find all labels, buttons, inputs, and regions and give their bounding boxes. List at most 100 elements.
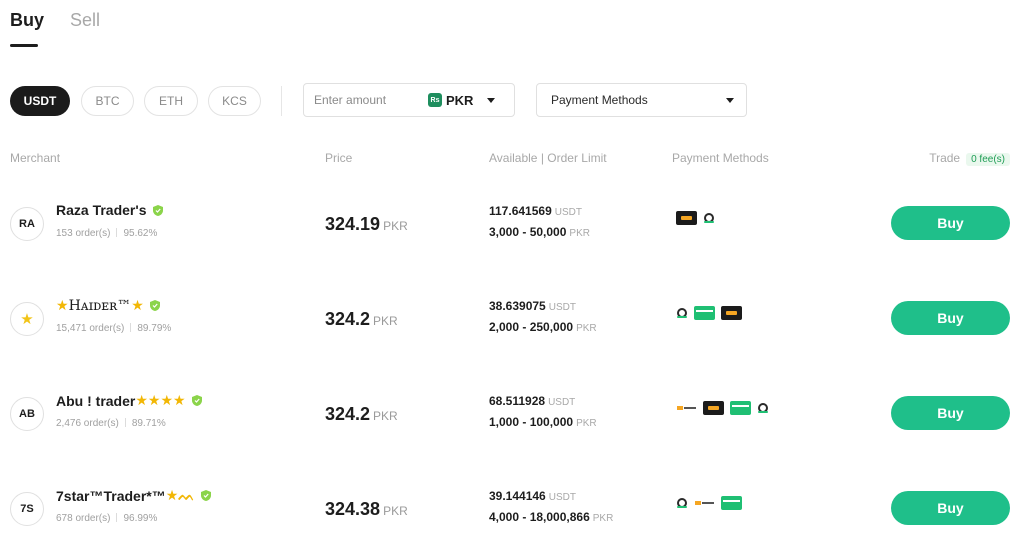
available-value: 38.639075 [489,299,546,313]
payment-methods [676,401,769,415]
avatar: ★ [10,302,44,336]
price: 324.2 PKR [325,309,398,330]
payment-methods-select[interactable]: Payment Methods [536,83,747,117]
star-decoration: ★ [56,297,69,313]
verified-shield-icon [149,300,160,311]
merchant-name-line: ★ Hᴀɪᴅᴇʀ™ ★ [56,297,160,314]
avatar: 7S [10,492,44,526]
easypaisa-icon [676,307,688,319]
ubl-icon [676,401,697,415]
price-value: 324.2 [325,404,371,424]
price-unit: PKR [373,314,398,328]
buy-button[interactable]: Buy [891,491,1010,525]
available-value: 117.641569 [489,204,552,218]
verified-shield-icon [200,490,211,501]
verified-shield-icon [152,204,163,216]
limit-unit: PKR [576,418,597,429]
easypaisa-icon [703,212,715,224]
table-header: Merchant Price Available | Order Limit P… [10,151,1010,167]
tab-buy[interactable]: Buy [10,10,44,47]
merchant-stats: 15,471 order(s) 89.79% [56,323,171,334]
available-amount: 117.641569 USDT [489,204,582,218]
stats-divider [130,323,132,332]
table-row: AB Abu ! trader ★★★★ 2,476 order(s) 89.71… [0,370,1024,465]
merchant-name-line: Abu ! trader ★★★★ [56,392,202,409]
payment-methods [676,306,742,320]
price-unit: PKR [383,504,408,518]
completion-rate: 95.62% [123,228,158,239]
star-decoration: ★ᨓ [165,487,195,503]
filter-bar: USDT BTC ETH KCS Rs PKR Payment Methods [10,83,1024,117]
limit-value: 3,000 - 50,000 [489,225,567,239]
completion-rate: 89.79% [137,323,172,334]
header-merchant: Merchant [10,151,61,165]
header-trade-label: Trade [929,151,961,165]
price: 324.38 PKR [325,499,408,520]
merchant-stats: 678 order(s) 96.99% [56,513,157,524]
merchant-name[interactable]: Abu ! trader [56,393,135,409]
star-decoration: ★★★★ [135,392,186,408]
caret-down-icon [487,97,496,103]
completion-rate: 89.71% [131,418,166,429]
available-amount: 39.144146 USDT [489,489,576,503]
merchant-name-line: 7star™Trader*™ ★ᨓ [56,487,211,504]
bank-card-icon [694,306,715,320]
available-amount: 68.511928 USDT [489,394,575,408]
order-limit: 4,000 - 18,000,866 PKR [489,510,613,524]
merchant-stats: 2,476 order(s) 89.71% [56,418,166,429]
ubl-icon [694,496,715,510]
merchant-name[interactable]: Raza Trader's [56,202,147,218]
price-value: 324.2 [325,309,371,329]
available-unit: USDT [548,302,576,313]
star-decoration: ★ [131,297,144,313]
filter-divider [281,86,282,116]
price-unit: PKR [373,409,398,423]
available-unit: USDT [548,397,576,408]
amount-filter: Rs PKR [303,83,515,117]
merchant-stats: 153 order(s) 95.62% [56,228,157,239]
merchant-name[interactable]: Hᴀɪᴅᴇʀ™ [69,298,132,314]
coin-filter-usdt[interactable]: USDT [10,86,70,116]
rupee-icon: Rs [428,93,442,107]
table-row: 7S 7star™Trader*™ ★ᨓ 678 order(s) 96.99% … [0,465,1024,559]
limit-value: 1,000 - 100,000 [489,415,574,429]
merchant-name-line: Raza Trader's [56,202,163,218]
available-unit: USDT [548,492,576,503]
currency-select[interactable]: Rs PKR [428,93,496,108]
header-price: Price [325,151,353,165]
buy-button[interactable]: Buy [891,396,1010,430]
caret-down-icon [726,97,734,103]
available-amount: 38.639075 USDT [489,299,576,313]
coin-filter-kcs[interactable]: KCS [208,86,261,116]
jazzcash-icon [703,401,724,415]
stats-divider [116,513,118,522]
price-unit: PKR [383,219,408,233]
payment-methods [676,496,742,510]
available-unit: USDT [554,207,582,218]
coin-filter-btc[interactable]: BTC [81,86,134,116]
coin-filter-eth[interactable]: ETH [144,86,198,116]
stats-divider [116,228,118,237]
order-count: 153 order(s) [56,228,111,239]
table-row: ★ ★ Hᴀɪᴅᴇʀ™ ★ 15,471 order(s) 89.79% 324.… [0,275,1024,370]
limit-unit: PKR [569,228,590,239]
avatar: AB [10,397,44,431]
order-limit: 1,000 - 100,000 PKR [489,415,597,429]
jazzcash-icon [676,211,697,225]
tab-sell[interactable]: Sell [70,10,100,41]
available-value: 39.144146 [489,489,546,503]
price: 324.2 PKR [325,404,398,425]
fee-badge: 0 fee(s) [966,153,1010,166]
amount-input[interactable] [314,93,426,107]
available-value: 68.511928 [489,394,546,408]
buy-button[interactable]: Buy [891,206,1010,240]
limit-value: 2,000 - 250,000 [489,320,574,334]
merchant-name[interactable]: 7star™Trader*™ [56,488,166,504]
limit-value: 4,000 - 18,000,866 [489,510,590,524]
buy-button[interactable]: Buy [891,301,1010,335]
easypaisa-icon [676,497,688,509]
trade-tabs: Buy Sell [10,10,100,47]
limit-unit: PKR [592,513,614,524]
bank-card-icon [721,496,742,510]
limit-unit: PKR [576,323,597,334]
